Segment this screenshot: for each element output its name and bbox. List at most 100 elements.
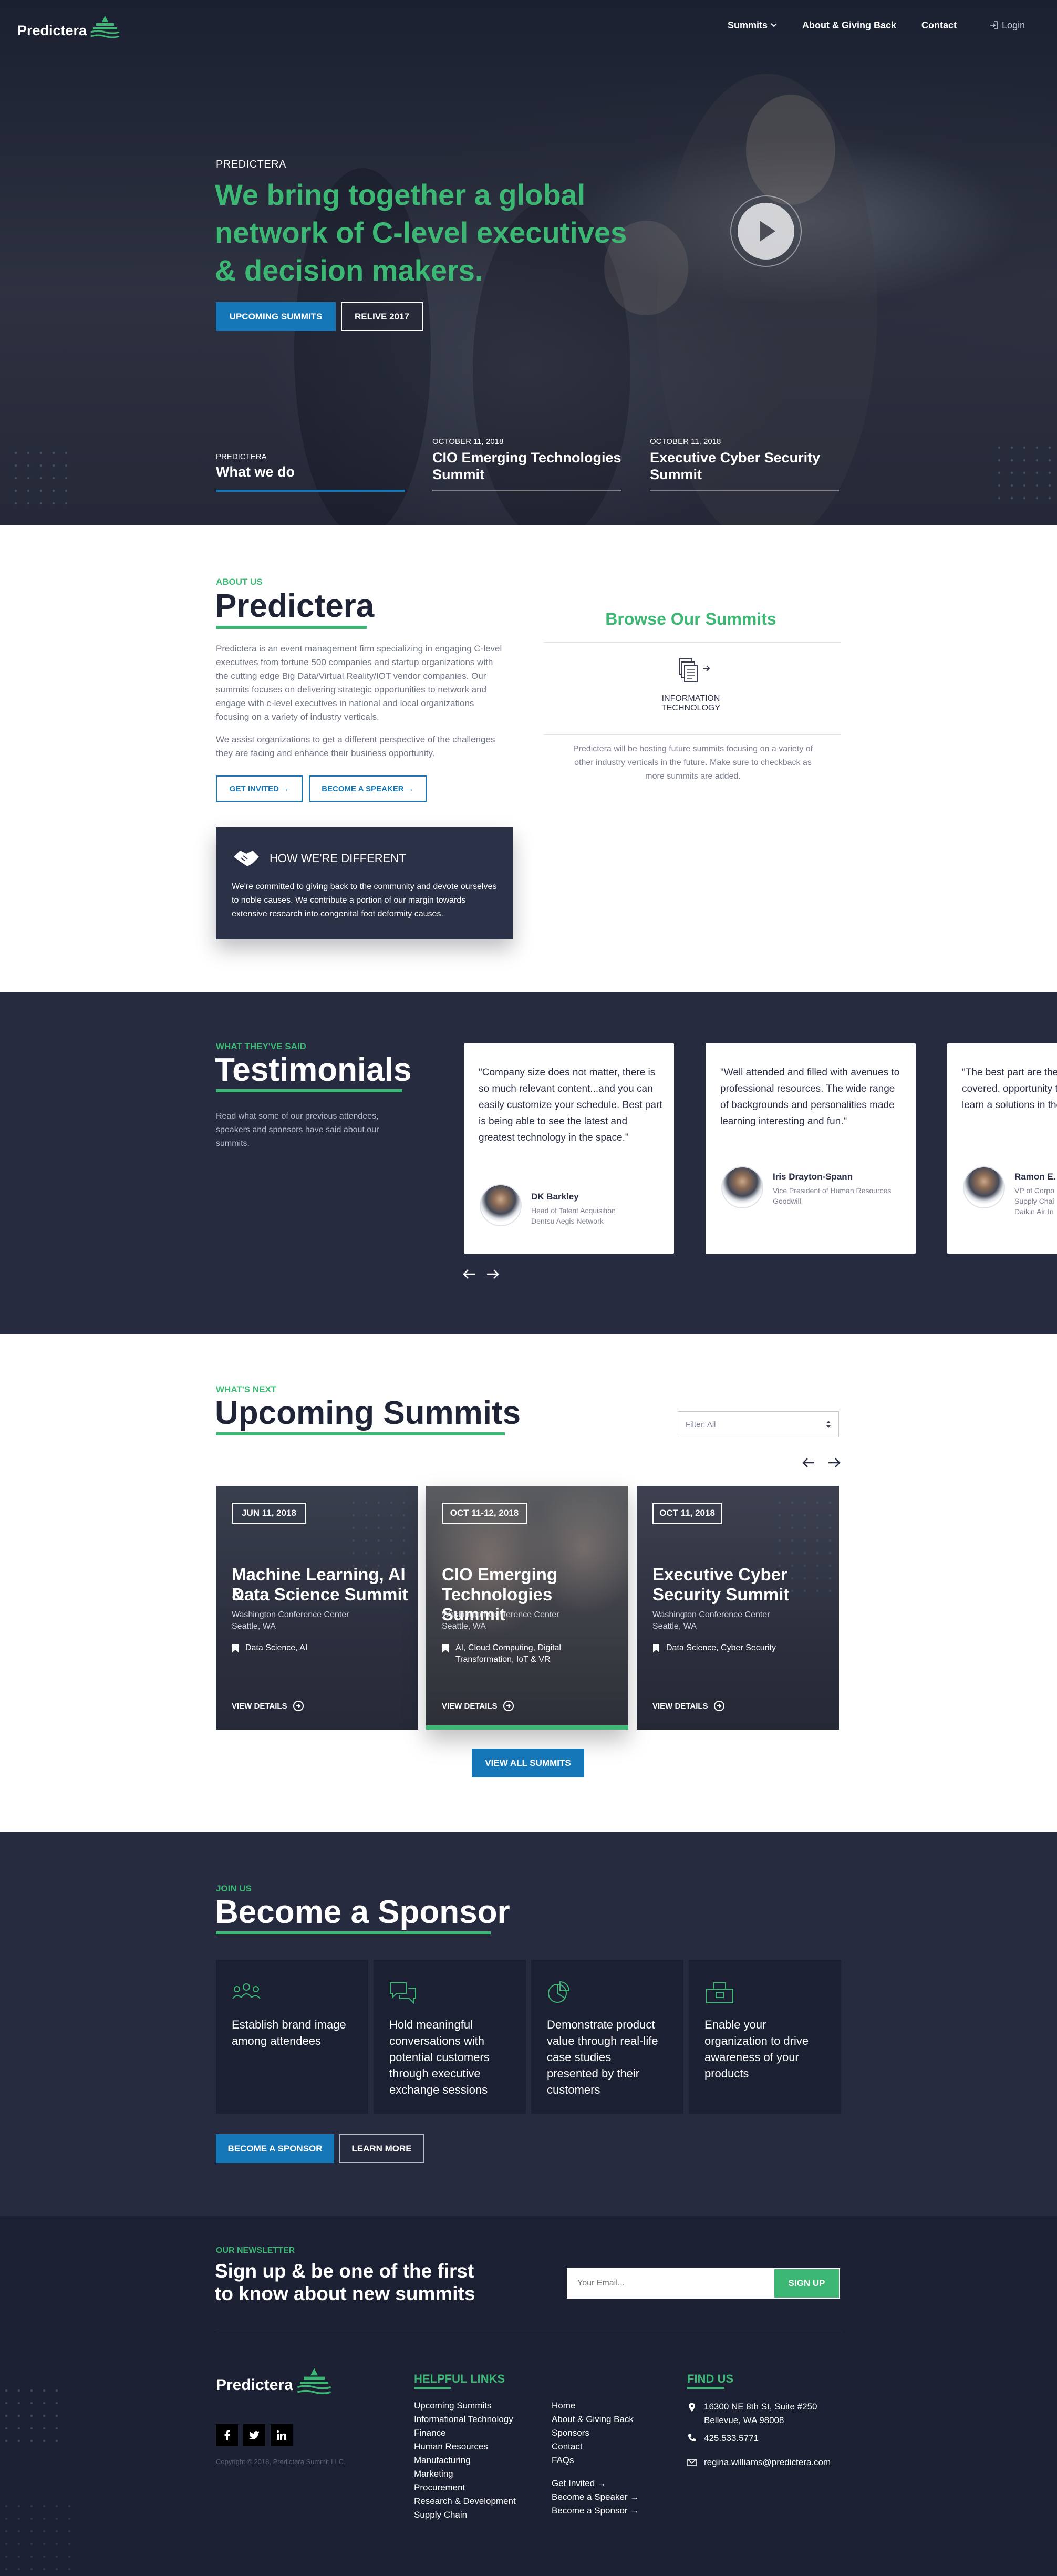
footer-link[interactable]: Marketing <box>414 2467 516 2481</box>
upcoming-summits-button[interactable]: UPCOMING SUMMITS <box>216 302 336 331</box>
footer-link[interactable]: Human Resources <box>414 2440 516 2454</box>
twitter-icon[interactable] <box>243 2424 265 2446</box>
nav-about[interactable]: About & Giving Back <box>802 20 896 31</box>
footer-link[interactable]: Manufacturing <box>414 2454 516 2467</box>
play-icon <box>760 221 775 242</box>
nav-summits[interactable]: Summits <box>728 20 778 31</box>
testimonial-name: Iris Drayton-Spann <box>773 1172 853 1182</box>
box-icon <box>706 1982 733 2003</box>
summit-card[interactable]: OCT 11, 2018 Executive Cyber Security Su… <box>637 1486 839 1730</box>
logo[interactable]: Predictera <box>17 16 120 40</box>
become-sponsor-button[interactable]: BECOME A SPONSOR <box>216 2134 334 2163</box>
linkedin-icon[interactable] <box>271 2424 293 2446</box>
main-nav: Summits About & Giving Back Contact Logi… <box>728 19 1025 32</box>
divider <box>544 642 841 643</box>
sponsor-benefit-line: value through real-life <box>547 2034 658 2047</box>
testimonial-quote: "Company size does not matter, there is … <box>479 1067 662 1143</box>
footer-link[interactable]: Contact <box>552 2440 639 2454</box>
testimonial-quote: "Well attended and filled with avenues t… <box>720 1067 900 1127</box>
footer-link[interactable]: Home <box>552 2399 639 2413</box>
category-label: TECHNOLOGY <box>661 704 720 712</box>
view-details-link[interactable]: VIEW DETAILS <box>232 1700 304 1712</box>
phone-number[interactable]: 425.533.5771 <box>704 2432 759 2445</box>
hero-tab-underline <box>650 490 839 491</box>
play-video-button[interactable] <box>730 195 802 267</box>
hero-tab-title: What we do <box>216 464 295 480</box>
footer-link[interactable]: Sponsors <box>552 2426 639 2440</box>
hero-tab[interactable]: OCTOBER 11, 2018 CIO Emerging Technologi… <box>432 437 621 491</box>
category-information-technology[interactable]: INFORMATION TECHNOLOGY <box>654 657 728 713</box>
arrow-left-icon[interactable] <box>802 1457 815 1468</box>
footer-link[interactable]: Informational Technology <box>414 2413 516 2426</box>
footer-link[interactable]: Research & Development <box>414 2495 516 2508</box>
facebook-icon[interactable] <box>216 2424 238 2446</box>
testimonial-quote: "The best part are the and topics covere… <box>962 1067 1057 1111</box>
avatar <box>721 1166 763 1208</box>
learn-more-button[interactable]: LEARN MORE <box>339 2134 424 2163</box>
active-card-bar <box>426 1725 628 1730</box>
hero-tab-title: Summit <box>650 467 702 482</box>
footer-link[interactable]: About & Giving Back <box>552 2413 639 2426</box>
filter-select[interactable]: Filter: All <box>678 1411 839 1437</box>
arrow-left-icon[interactable] <box>462 1268 476 1280</box>
sponsor-benefit-line: Demonstrate product <box>547 2018 655 2031</box>
get-invited-button[interactable]: GET INVITED → <box>216 775 303 802</box>
nav-login-label: Login <box>1002 19 1025 30</box>
hero-headline-line: We bring together a global <box>215 178 586 211</box>
footer-link[interactable]: Supply Chain <box>414 2508 516 2522</box>
footer-links-col-2: Home About & Giving Back Sponsors Contac… <box>552 2399 639 2518</box>
group-users-icon <box>232 1983 261 1999</box>
footer-link[interactable]: Upcoming Summits <box>414 2399 516 2413</box>
view-details-link[interactable]: VIEW DETAILS <box>652 1700 725 1712</box>
sponsor-benefit-line: conversations with <box>389 2034 484 2047</box>
footer-link[interactable]: Finance <box>414 2426 516 2440</box>
about-paragraph: Predictera is an event management firm s… <box>216 644 502 722</box>
newsletter-footer-section: OUR NEWSLETTER Sign up & be one of the f… <box>0 2216 1057 2576</box>
footer-link[interactable]: Procurement <box>414 2481 516 2495</box>
summit-card[interactable]: JUN 11, 2018 Machine Learning, AI & Data… <box>216 1486 418 1730</box>
view-details-link[interactable]: VIEW DETAILS <box>442 1700 514 1712</box>
arrow-circle-icon <box>503 1701 514 1711</box>
upcoming-section: WHAT'S NEXT Upcoming Summits Filter: All… <box>0 1334 1057 1832</box>
email-address[interactable]: regina.williams@predictera.com <box>704 2456 831 2469</box>
sign-up-button[interactable]: SIGN UP <box>774 2269 839 2298</box>
relive-2017-button[interactable]: RELIVE 2017 <box>341 302 423 331</box>
footer-link[interactable]: FAQs <box>552 2454 639 2467</box>
become-speaker-button[interactable]: BECOME A SPEAKER → <box>309 775 427 802</box>
divider <box>544 734 841 735</box>
sponsor-title: Become a Sponsor <box>215 1894 510 1930</box>
view-details-label: VIEW DETAILS <box>442 1701 498 1711</box>
footer-link-get-invited[interactable]: Get Invited → <box>552 2477 639 2490</box>
view-all-summits-button[interactable]: VIEW ALL SUMMITS <box>472 1749 584 1777</box>
date-badge: OCT 11, 2018 <box>652 1503 722 1524</box>
map-pin-icon <box>689 2403 695 2412</box>
testimonials-eyebrow: WHAT THEY'VE SAID <box>216 1041 306 1051</box>
hero-tab[interactable]: OCTOBER 11, 2018 Executive Cyber Securit… <box>650 437 839 491</box>
newsletter-title: Sign up & be one of the first to know ab… <box>215 2260 475 2305</box>
bookmark-icon <box>442 1644 449 1652</box>
pie-chart-icon <box>548 1981 570 2003</box>
arrow-right-icon[interactable] <box>486 1268 500 1280</box>
summit-card[interactable]: OCT 11-12, 2018 CIO Emerging Technologie… <box>426 1486 628 1730</box>
how-different-text: We're committed to giving back to the co… <box>232 882 497 918</box>
nav-contact[interactable]: Contact <box>921 20 957 31</box>
sponsor-benefit-line: customers <box>547 2083 600 2096</box>
sponsor-benefit-line: Hold meaningful <box>389 2018 473 2031</box>
testimonials-title: Testimonials <box>215 1052 412 1088</box>
browse-summits-title: Browse Our Summits <box>605 609 776 628</box>
footer-logo[interactable]: Predictera <box>216 2368 332 2397</box>
footer-link-become-sponsor[interactable]: Become a Sponsor → <box>552 2504 639 2518</box>
footer-link-become-speaker[interactable]: Become a Speaker → <box>552 2490 639 2504</box>
hero-tab[interactable]: PREDICTERA What we do <box>216 452 405 492</box>
view-details-label: VIEW DETAILS <box>652 1701 708 1711</box>
nav-login[interactable]: Login <box>989 20 1025 31</box>
find-us-title: FIND US <box>687 2372 733 2385</box>
email-input[interactable] <box>568 2269 773 2298</box>
sponsor-benefit-card: Demonstrate product value through real-l… <box>531 1960 683 2114</box>
how-different-title: HOW WE'RE DIFFERENT <box>270 852 406 865</box>
arrow-right-icon[interactable] <box>827 1457 841 1468</box>
about-paragraph: We assist organizations to get a differe… <box>216 734 495 758</box>
hero-section: Predictera Summits About & Giving Back C… <box>0 0 1057 525</box>
summit-location: Seattle, WA <box>442 1622 486 1631</box>
summit-tags: AI, Cloud Computing, Digital <box>455 1643 561 1652</box>
